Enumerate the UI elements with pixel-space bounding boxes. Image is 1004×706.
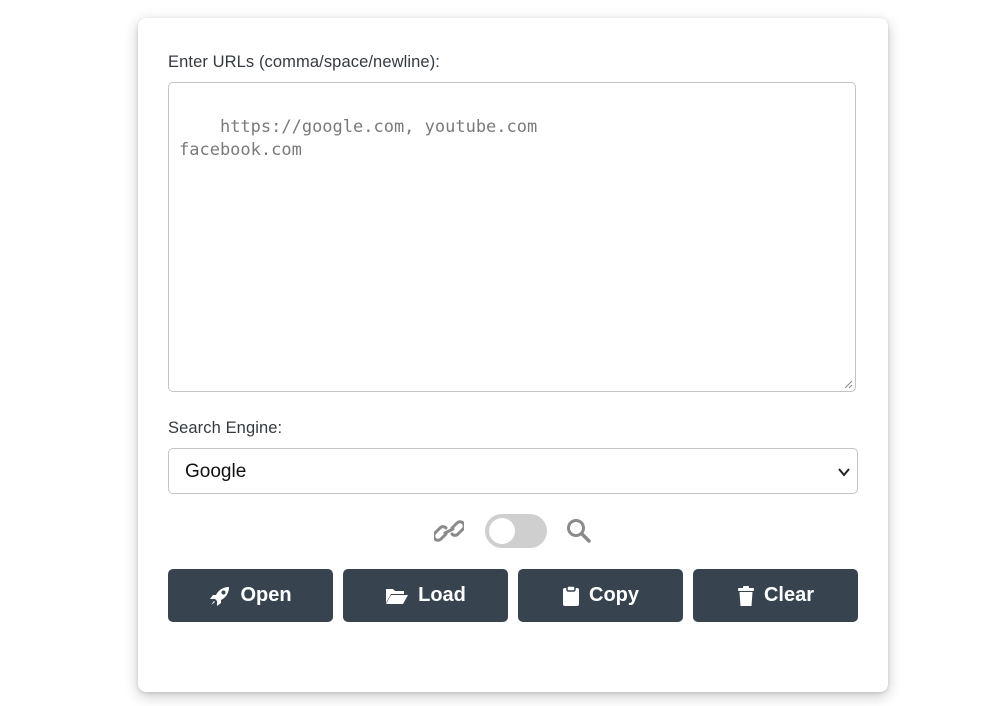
- toggle-knob: [489, 518, 515, 544]
- clear-button[interactable]: Clear: [693, 569, 858, 622]
- folder-open-icon: [386, 588, 409, 604]
- mode-toggle-row: [138, 512, 888, 552]
- copy-button-label: Copy: [589, 584, 639, 606]
- clipboard-icon: [563, 584, 579, 606]
- search-engine-label: Search Engine:: [168, 419, 283, 437]
- open-button[interactable]: Open: [168, 569, 333, 622]
- urls-placeholder: https://google.com, youtube.com facebook…: [179, 117, 538, 160]
- urls-label: Enter URLs (comma/space/newline):: [168, 53, 440, 71]
- url-opener-card: Enter URLs (comma/space/newline): https:…: [138, 18, 888, 692]
- search-engine-select[interactable]: Google: [168, 448, 858, 494]
- link-icon: [434, 520, 464, 542]
- mode-toggle-switch[interactable]: [485, 514, 547, 548]
- trash-icon: [737, 585, 754, 606]
- load-button[interactable]: Load: [343, 569, 508, 622]
- chevron-down-icon: [838, 468, 850, 477]
- urls-textarea[interactable]: https://google.com, youtube.com facebook…: [168, 82, 856, 392]
- search-icon: [567, 519, 591, 543]
- open-button-label: Open: [240, 584, 292, 606]
- load-button-label: Load: [418, 584, 466, 606]
- search-engine-value: Google: [185, 461, 247, 482]
- resize-handle-icon[interactable]: [843, 379, 853, 389]
- copy-button[interactable]: Copy: [518, 569, 683, 622]
- rocket-icon: [210, 586, 230, 606]
- clear-button-label: Clear: [763, 584, 815, 606]
